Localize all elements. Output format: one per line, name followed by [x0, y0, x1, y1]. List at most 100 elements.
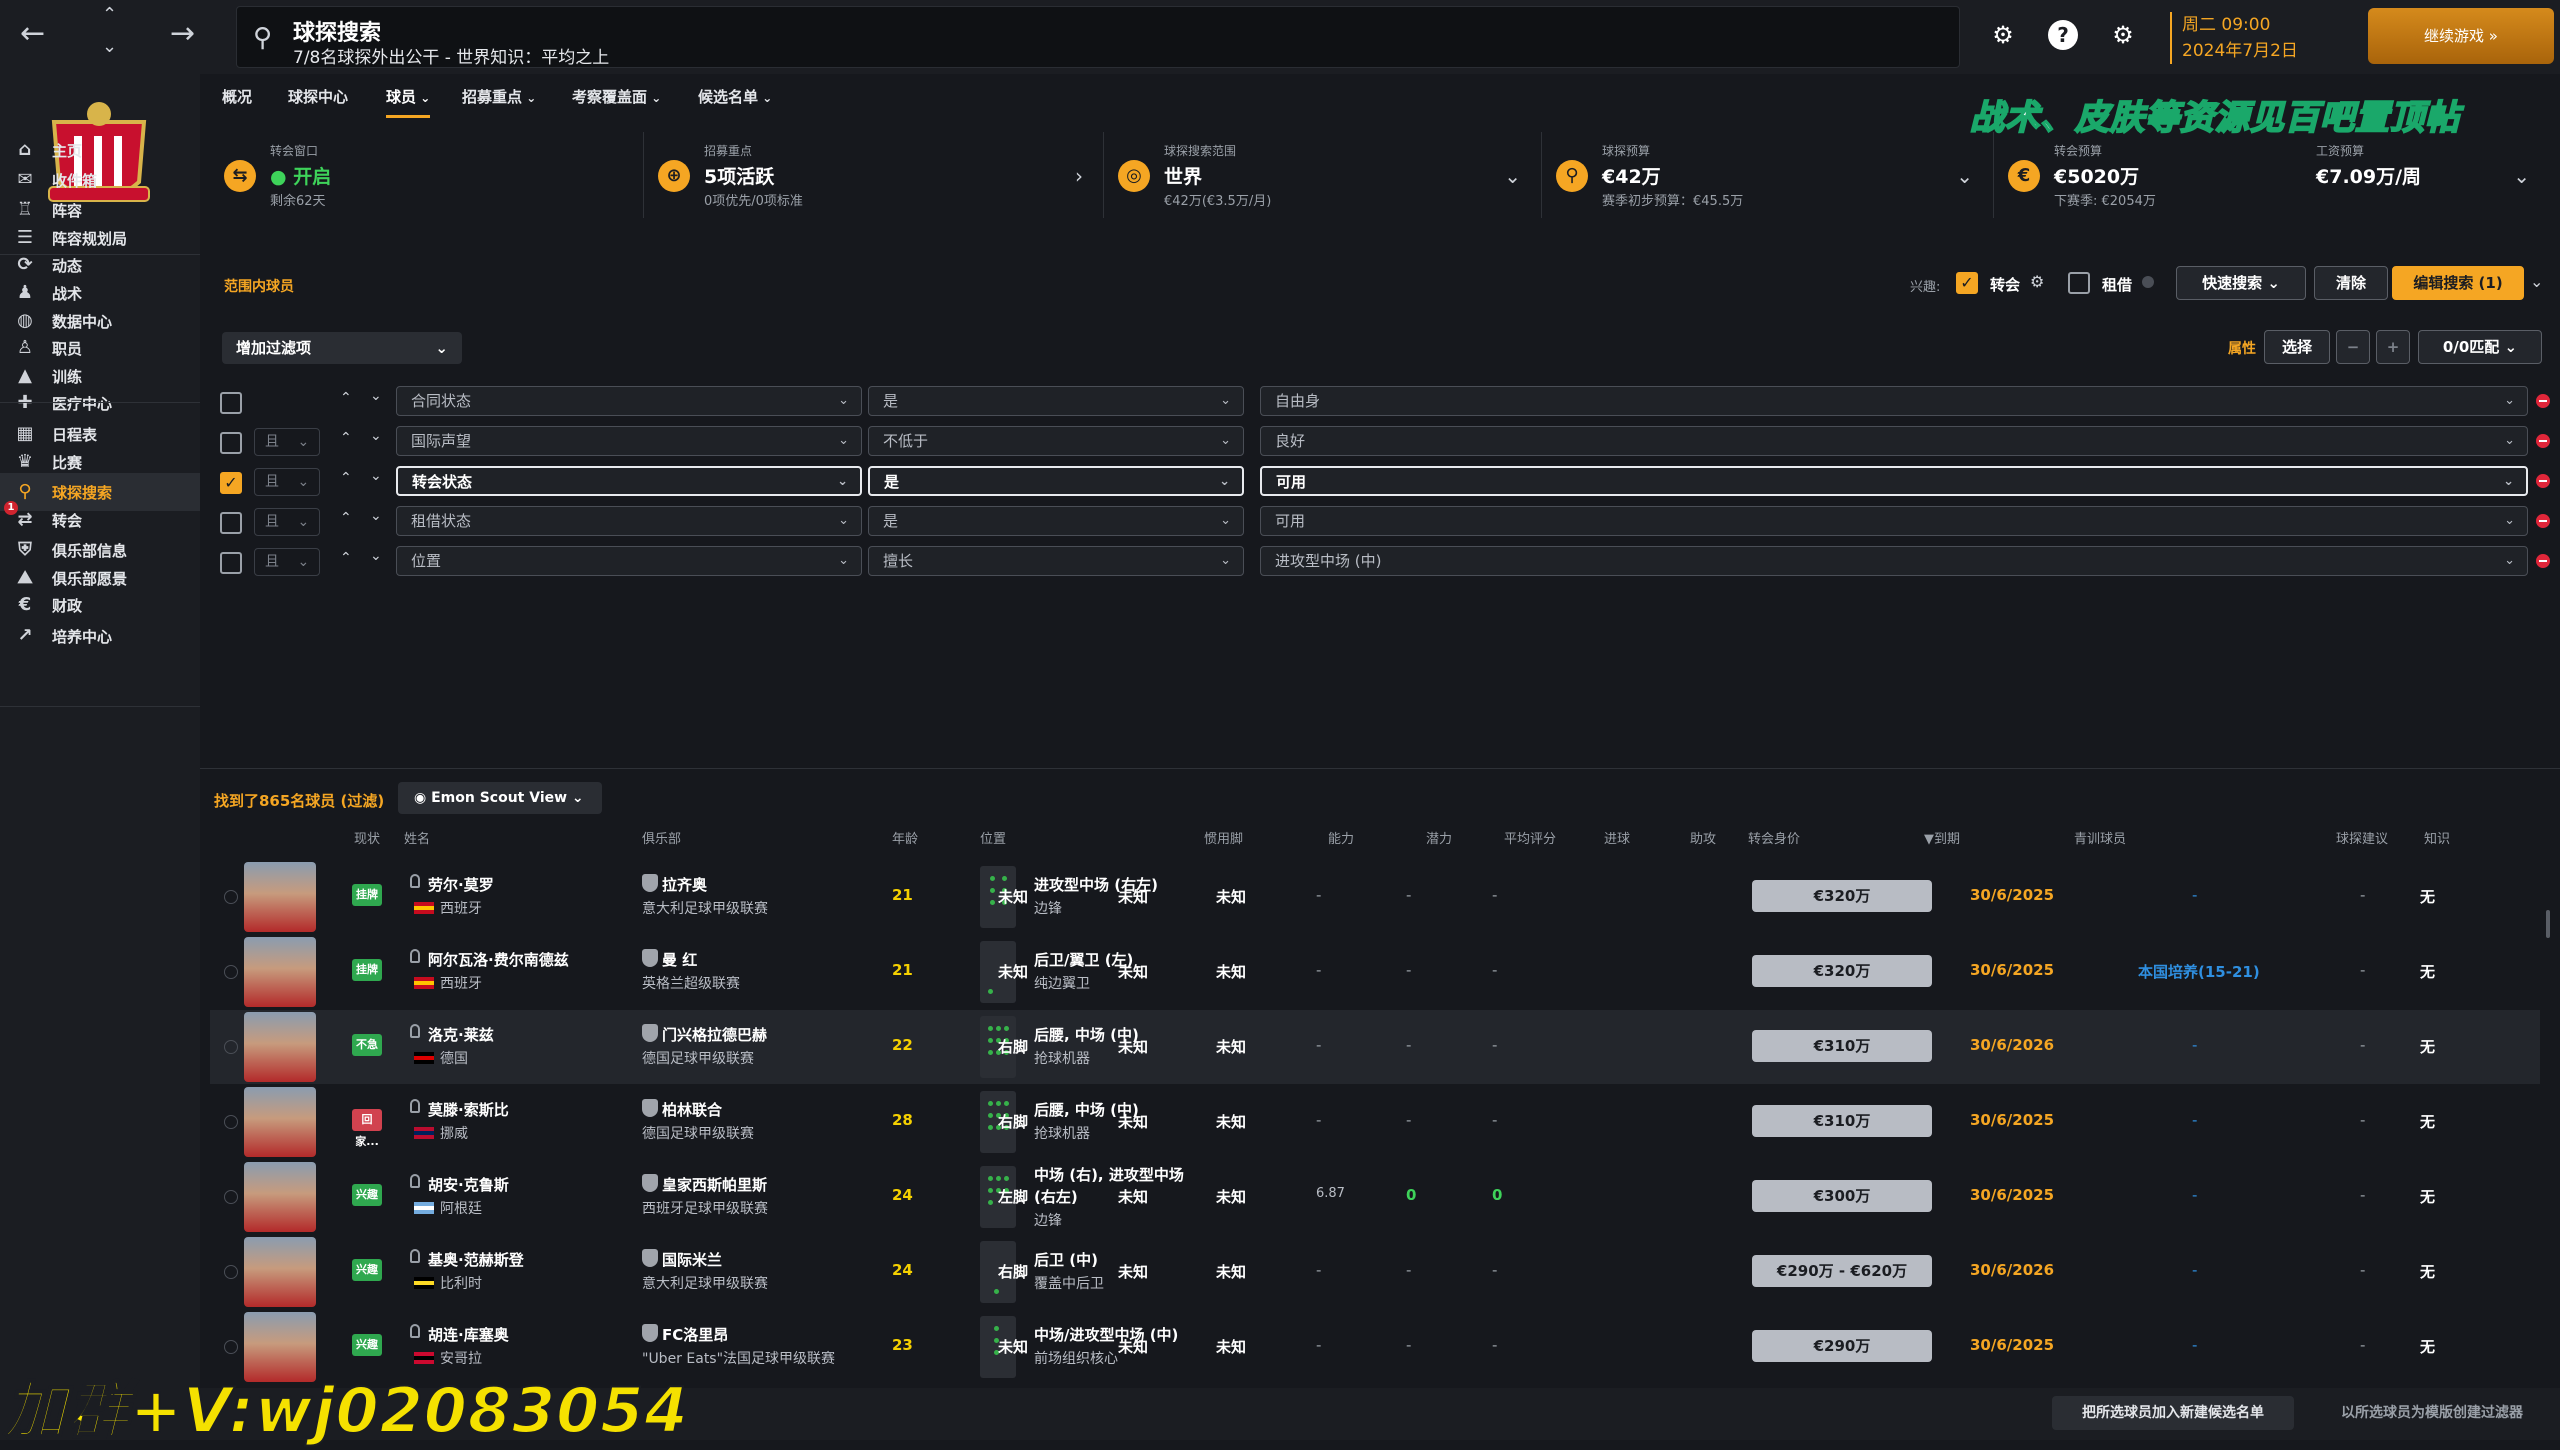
row-select-radio[interactable]: [224, 965, 238, 979]
table-row[interactable]: 挂牌 阿尔瓦洛·费尔南德兹 西班牙曼 红英格兰超级联赛 21 后卫/翼卫 (左) 纯边翼卫…: [210, 935, 2540, 1009]
column-header[interactable]: 平均评分: [1504, 828, 1556, 847]
filter-value-dropdown[interactable]: 进攻型中场 (中) ⌄: [1260, 546, 2528, 576]
settings-cog-icon[interactable]: ⚙: [2030, 272, 2044, 291]
filter-row-checkbox[interactable]: [220, 432, 242, 454]
filter-field-dropdown[interactable]: 转会状态 ⌄: [396, 466, 862, 496]
move-down-icon[interactable]: ⌄: [370, 508, 382, 524]
table-row[interactable]: 兴趣 胡安·克鲁斯 阿根廷 皇家西斯帕里斯 西班牙足球甲级联赛 24 中场 (右), 进攻型…: [210, 1160, 2540, 1234]
column-header[interactable]: 球探建议: [2336, 828, 2388, 847]
player-name[interactable]: 洛克·莱兹: [428, 1024, 494, 1045]
filter-row-checkbox[interactable]: [220, 392, 242, 414]
move-up-icon[interactable]: ⌃: [340, 510, 352, 526]
row-select-radio[interactable]: [224, 1340, 238, 1354]
chevron-down-icon[interactable]: ⌄: [1504, 164, 1521, 188]
clear-button[interactable]: 清除: [2314, 266, 2388, 300]
filter-row-checkbox[interactable]: [220, 552, 242, 574]
player-name[interactable]: 阿尔瓦洛·费尔南德兹: [428, 949, 569, 970]
filter-row-checkbox[interactable]: [220, 512, 242, 534]
filter-op-dropdown[interactable]: 不低于 ⌄: [868, 426, 1244, 456]
column-header[interactable]: 转会身价: [1748, 828, 1800, 847]
remove-filter-icon[interactable]: [2536, 434, 2550, 448]
move-down-icon[interactable]: ⌄: [370, 468, 382, 484]
forward-arrow-icon[interactable]: →: [170, 16, 195, 51]
chevron-up-icon[interactable]: ⌃: [102, 4, 117, 25]
column-header[interactable]: ▼到期: [1924, 828, 1960, 847]
chevron-right-icon[interactable]: ›: [1075, 164, 1083, 188]
row-select-radio[interactable]: [224, 1040, 238, 1054]
club-name[interactable]: 拉齐奥: [662, 874, 707, 895]
move-up-icon[interactable]: ⌃: [340, 550, 352, 566]
tab-5[interactable]: 候选名单 ⌄: [698, 86, 772, 107]
column-header[interactable]: 惯用脚: [1204, 828, 1243, 847]
search-bar[interactable]: ⚲ 球探搜索 7/8名球探外出公干 - 世界知识：平均之上: [236, 6, 1960, 68]
row-select-radio[interactable]: [224, 1190, 238, 1204]
filter-value-dropdown[interactable]: 可用 ⌄: [1260, 466, 2528, 496]
youth-player[interactable]: 本国培养(15-21): [2138, 961, 2260, 982]
player-name[interactable]: 劳尔·莫罗: [428, 874, 494, 895]
remove-filter-icon[interactable]: [2536, 514, 2550, 528]
column-header[interactable]: 青训球员: [2074, 828, 2126, 847]
club-name[interactable]: FC洛里昂: [662, 1324, 728, 1345]
move-down-icon[interactable]: ⌄: [370, 428, 382, 444]
create-filter-button[interactable]: 以所选球员为模版创建过滤器: [2312, 1396, 2552, 1430]
move-up-icon[interactable]: ⌃: [340, 390, 352, 406]
row-select-radio[interactable]: [224, 1115, 238, 1129]
info-icon[interactable]: [2142, 276, 2154, 288]
column-header[interactable]: 助攻: [1690, 828, 1716, 847]
column-header[interactable]: 位置: [980, 828, 1006, 847]
transfer-checkbox[interactable]: ✓: [1956, 272, 1978, 294]
tab-0[interactable]: 概况: [222, 86, 252, 107]
tab-2[interactable]: 球员 ⌄: [386, 86, 431, 118]
move-down-icon[interactable]: ⌄: [370, 548, 382, 564]
continue-button[interactable]: 继续游戏 »: [2368, 8, 2554, 64]
table-row[interactable]: 回家... 莫滕·索斯比 挪威 柏林联合 德国足球甲级联赛 28 后腰, 中场 (中) 抢球机…: [210, 1085, 2540, 1159]
gear-icon[interactable]: ⚙: [2108, 20, 2138, 50]
filter-op-dropdown[interactable]: 擅长 ⌄: [868, 546, 1244, 576]
chevron-down-icon[interactable]: ⌄: [2530, 272, 2543, 291]
tab-3[interactable]: 招募重点 ⌄: [462, 86, 536, 107]
view-selector[interactable]: ◉ Emon Scout View ⌄: [398, 782, 602, 814]
column-header[interactable]: 年龄: [892, 828, 918, 847]
logic-dropdown[interactable]: 且 ⌄: [254, 428, 320, 456]
club-name[interactable]: 曼 红: [662, 949, 697, 970]
filter-op-dropdown[interactable]: 是 ⌄: [868, 466, 1244, 496]
table-row[interactable]: 不急 洛克·莱兹 德国 门兴格拉德巴赫 德国足球甲级联赛 22 后腰, 中场 (中) 抢球机器…: [210, 1010, 2540, 1084]
column-header[interactable]: 俱乐部: [642, 828, 681, 847]
filter-value-dropdown[interactable]: 可用 ⌄: [1260, 506, 2528, 536]
chevron-down-icon[interactable]: ⌄: [2513, 164, 2530, 188]
filter-op-dropdown[interactable]: 是 ⌄: [868, 506, 1244, 536]
card-recruitment-focus[interactable]: ⊕ 招募重点 5项活跃 0项优先/0项标准 ›: [644, 132, 1104, 218]
select-button[interactable]: 选择: [2264, 330, 2330, 364]
quick-search-button[interactable]: 快速搜索 ⌄: [2176, 266, 2306, 300]
help-icon[interactable]: ?: [2048, 20, 2078, 50]
match-dropdown[interactable]: 0/0匹配 ⌄: [2418, 330, 2542, 364]
club-name[interactable]: 国际米兰: [662, 1249, 722, 1270]
column-header[interactable]: 潜力: [1426, 828, 1452, 847]
chevron-down-icon[interactable]: ⌄: [1956, 164, 1973, 188]
filter-value-dropdown[interactable]: 自由身 ⌄: [1260, 386, 2528, 416]
tab-1[interactable]: 球探中心: [288, 86, 348, 107]
remove-filter-icon[interactable]: [2536, 474, 2550, 488]
column-header[interactable]: 知识: [2424, 828, 2450, 847]
column-header[interactable]: 进球: [1604, 828, 1630, 847]
add-filter-dropdown[interactable]: 增加过滤项 ⌄: [222, 332, 462, 364]
table-row[interactable]: 兴趣 基奥·范赫斯登 比利时 国际米兰 意大利足球甲级联赛 24 后卫 (中) 覆盖中后卫 右脚…: [210, 1235, 2540, 1309]
club-name[interactable]: 皇家西斯帕里斯: [662, 1174, 767, 1195]
card-scouting-budget[interactable]: ⚲ 球探预算 €42万 赛季初步预算：€45.5万 ⌄: [1542, 132, 1994, 218]
club-name[interactable]: 门兴格拉德巴赫: [662, 1024, 767, 1045]
plus-button[interactable]: +: [2376, 330, 2410, 364]
card-transfer-budget[interactable]: € 转会预算 €5020万 下赛季: €2054万 工资预算 €7.09万/周 …: [1994, 132, 2550, 218]
logic-dropdown[interactable]: 且 ⌄: [254, 548, 320, 576]
remove-filter-icon[interactable]: [2536, 554, 2550, 568]
filter-field-dropdown[interactable]: 合同状态 ⌄: [396, 386, 862, 416]
move-up-icon[interactable]: ⌃: [340, 430, 352, 446]
move-up-icon[interactable]: ⌃: [340, 470, 352, 486]
minus-button[interactable]: −: [2336, 330, 2370, 364]
edit-search-button[interactable]: 编辑搜索 (1): [2392, 266, 2524, 300]
column-header[interactable]: 姓名: [404, 828, 430, 847]
loan-checkbox[interactable]: [2068, 272, 2090, 294]
tab-4[interactable]: 考察覆盖面 ⌄: [572, 86, 661, 107]
chevron-down-icon[interactable]: ⌄: [102, 36, 117, 57]
club-name[interactable]: 柏林联合: [662, 1099, 722, 1120]
logic-dropdown[interactable]: 且 ⌄: [254, 508, 320, 536]
